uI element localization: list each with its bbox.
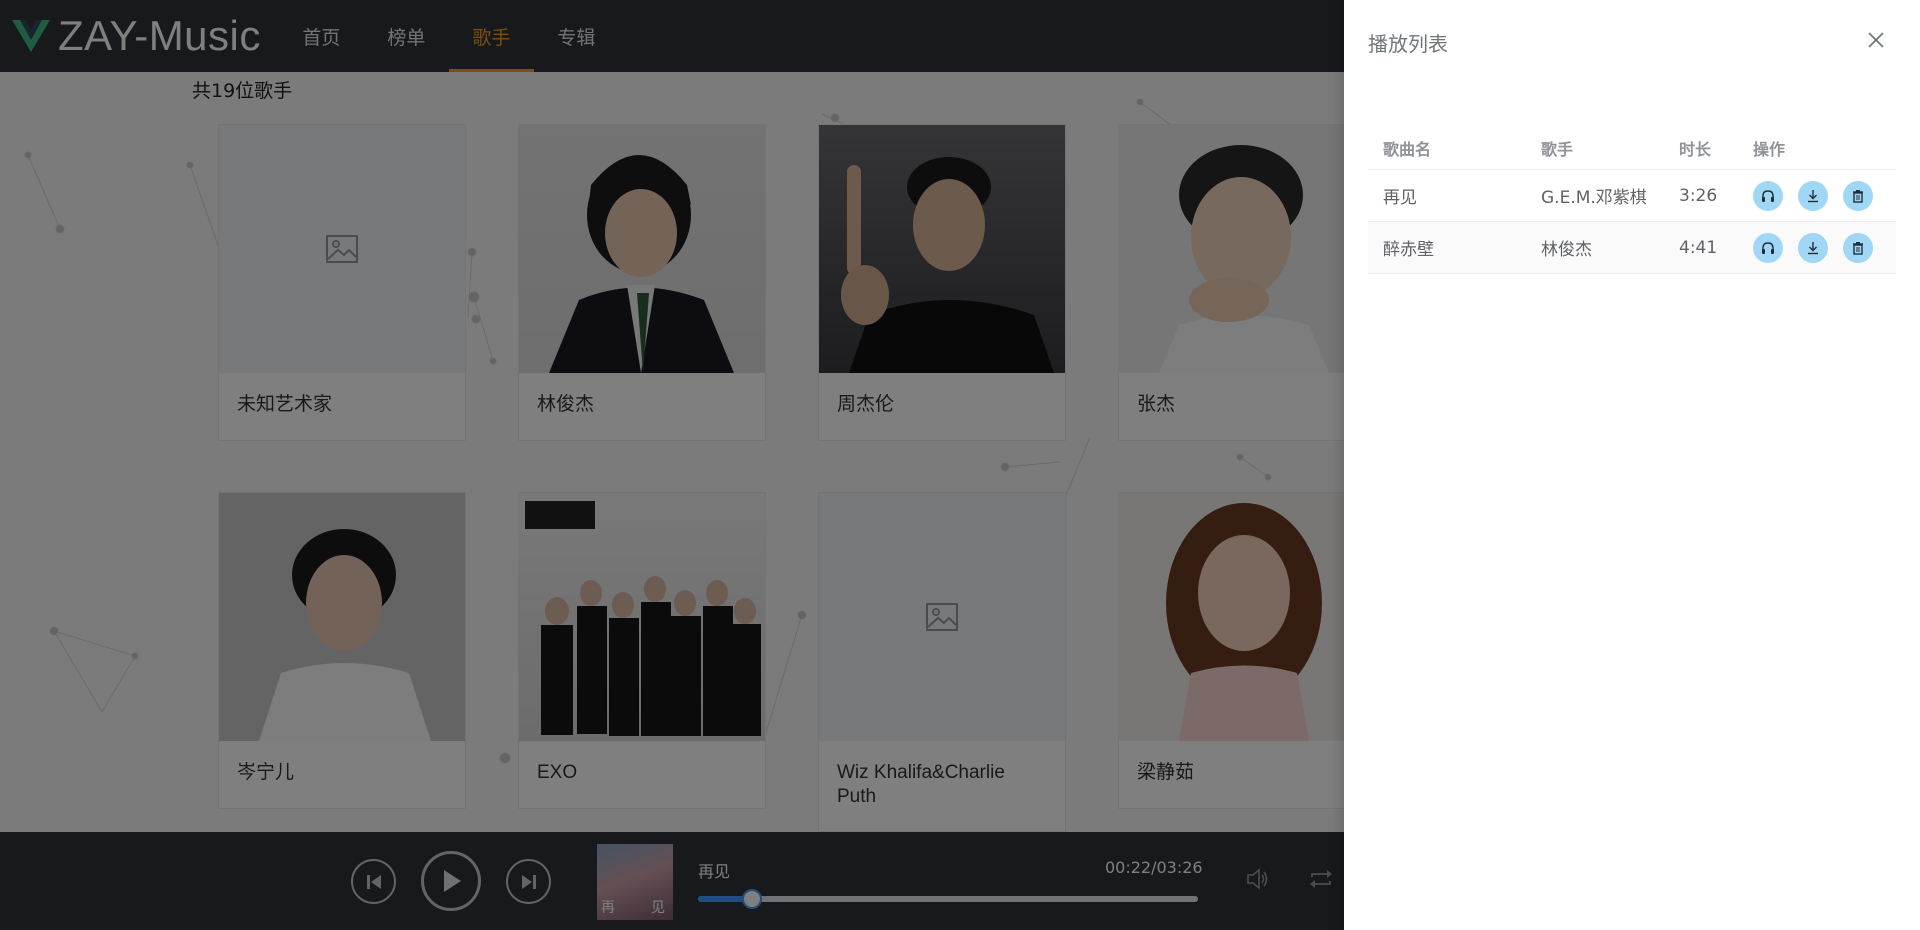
singer-photo (819, 125, 1065, 373)
column-header-duration: 时长 (1679, 139, 1712, 159)
download-icon (1808, 189, 1818, 202)
app-logo[interactable]: ZAY-Music (12, 12, 261, 60)
singer-card[interactable]: 梁静茹 (1118, 492, 1366, 809)
actions-cell (1738, 180, 1896, 211)
nav-item-albums[interactable]: 专辑 (534, 0, 619, 72)
download-icon (1808, 241, 1818, 254)
current-song-time: 00:22/03:26 (1105, 858, 1203, 877)
singer-cell: G.E.M.邓紫棋 (1541, 188, 1647, 208)
delete-song-button[interactable] (1843, 180, 1873, 211)
singer-card[interactable]: EXO (518, 492, 766, 809)
table-header: 歌曲名 歌手 时长 操作 (1368, 126, 1896, 170)
current-song-title: 再见 (698, 862, 731, 881)
app-title: ZAY-Music (58, 12, 261, 59)
singer-name: 梁静茹 (1137, 762, 1195, 783)
cover-text: 见 (651, 900, 665, 916)
headphones-icon (1762, 189, 1774, 202)
download-song-button[interactable] (1798, 180, 1828, 211)
play-song-button[interactable] (1753, 180, 1783, 211)
table-row[interactable]: 醉赤壁 林俊杰 4:41 (1368, 222, 1896, 274)
singer-card[interactable]: 林俊杰 (518, 124, 766, 441)
prev-button[interactable] (351, 859, 396, 904)
singer-card[interactable]: Wiz Khalifa&Charlie Puth (818, 492, 1066, 832)
play-song-button[interactable] (1753, 232, 1783, 263)
singer-name: Wiz Khalifa&Charlie Puth (837, 762, 1005, 807)
table-row[interactable]: 再见 G.E.M.邓紫棋 3:26 (1368, 170, 1896, 222)
playlist-table: 歌曲名 歌手 时长 操作 再见 G.E.M.邓紫棋 3:26 醉赤壁 林俊杰 4… (1368, 126, 1896, 274)
image-placeholder-icon (326, 235, 358, 263)
image-placeholder-icon (926, 603, 958, 631)
prev-icon (366, 874, 381, 889)
album-cover[interactable]: 再 见 (597, 844, 673, 920)
loop-icon[interactable] (1308, 868, 1334, 890)
singer-cell: 林俊杰 (1541, 240, 1592, 260)
singer-name: 周杰伦 (837, 394, 895, 415)
actions-cell (1738, 232, 1896, 263)
singer-name: 未知艺术家 (237, 394, 333, 415)
nav-item-charts[interactable]: 榜单 (364, 0, 449, 72)
singer-card[interactable]: 未知艺术家 (218, 124, 466, 441)
volume-icon[interactable] (1246, 868, 1270, 890)
portrait-illustration (259, 529, 431, 741)
vue-logo-icon (12, 20, 50, 52)
singer-name: 张杰 (1137, 394, 1176, 415)
play-button[interactable] (421, 851, 481, 911)
group-illustration (525, 501, 761, 736)
progress-slider[interactable] (698, 889, 1198, 909)
singer-card[interactable]: 岑宁儿 (218, 492, 466, 809)
duration-cell: 4:41 (1679, 237, 1718, 258)
duration-cell: 3:26 (1679, 185, 1718, 206)
portrait-illustration (549, 155, 734, 373)
singer-name: EXO (537, 762, 578, 783)
next-icon (521, 874, 536, 889)
next-button[interactable] (506, 859, 551, 904)
download-song-button[interactable] (1798, 232, 1828, 263)
playlist-drawer: 播放列表 歌曲名 歌手 时长 操作 再见 G.E.M.邓紫棋 3:26 醉赤壁 … (1344, 0, 1920, 930)
portrait-illustration (1166, 503, 1322, 741)
singer-name: 林俊杰 (537, 394, 595, 415)
trash-icon (1853, 241, 1863, 255)
singer-image-placeholder (819, 493, 1065, 741)
play-icon (444, 870, 461, 892)
portrait-illustration (1159, 145, 1329, 373)
delete-song-button[interactable] (1843, 232, 1873, 263)
column-header-singer: 歌手 (1541, 139, 1574, 159)
close-icon[interactable] (1864, 28, 1888, 52)
column-header-actions: 操作 (1753, 139, 1786, 159)
nav-item-singers[interactable]: 歌手 (448, 0, 534, 72)
singer-name: 岑宁儿 (237, 762, 295, 783)
singer-card[interactable]: 周杰伦 (818, 124, 1066, 441)
singer-photo (219, 493, 465, 741)
portrait-illustration (841, 157, 1054, 373)
drawer-title: 播放列表 (1368, 32, 1448, 56)
progress-knob[interactable] (741, 889, 762, 909)
singer-count: 共19位歌手 (192, 80, 293, 102)
singer-photo (519, 125, 765, 373)
singer-photo (519, 493, 765, 741)
singer-photo (1119, 493, 1365, 741)
song-name-cell: 再见 (1383, 188, 1417, 208)
singer-image-placeholder (219, 125, 465, 373)
song-name-cell: 醉赤壁 (1383, 240, 1434, 260)
headphones-icon (1762, 241, 1774, 254)
singer-card[interactable]: 张杰 (1118, 124, 1366, 441)
trash-icon (1853, 189, 1863, 203)
cover-text: 再 (601, 900, 615, 916)
singer-photo (1119, 125, 1365, 373)
nav-item-home[interactable]: 首页 (279, 0, 364, 72)
main-nav: 首页 榜单 歌手 专辑 (279, 0, 619, 72)
column-header-song: 歌曲名 (1383, 139, 1432, 159)
